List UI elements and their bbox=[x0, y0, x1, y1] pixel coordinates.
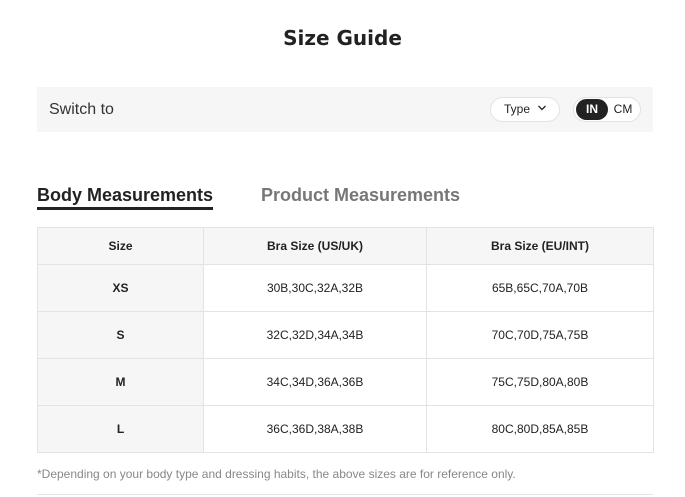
table-row: M 34C,34D,36A,36B 75C,75D,80A,80B bbox=[37, 358, 654, 406]
page-title: Size Guide bbox=[283, 26, 402, 50]
unit-cm-button[interactable]: CM bbox=[608, 99, 638, 120]
chevron-down-icon bbox=[538, 105, 546, 111]
bra-us-uk-cell: 32C,32D,34A,34B bbox=[203, 311, 427, 359]
switch-label: Switch to bbox=[49, 101, 114, 118]
bra-us-uk-cell: 36C,36D,38A,38B bbox=[203, 405, 427, 453]
type-select-label: Type bbox=[504, 102, 531, 116]
size-cell: M bbox=[37, 358, 204, 406]
size-cell: S bbox=[37, 311, 204, 359]
bra-eu-int-cell: 65B,65C,70A,70B bbox=[426, 264, 654, 312]
switch-bar: Switch to Type IN CM bbox=[37, 87, 653, 132]
type-select[interactable]: Type bbox=[490, 97, 560, 122]
tab-product-measurements[interactable]: Product Measurements bbox=[261, 184, 460, 206]
size-cell: L bbox=[37, 405, 204, 453]
bra-eu-int-cell: 75C,75D,80A,80B bbox=[426, 358, 654, 406]
table-row: L 36C,36D,38A,38B 80C,80D,85A,85B bbox=[37, 405, 654, 453]
table-row: S 32C,32D,34A,34B 70C,70D,75A,75B bbox=[37, 311, 654, 359]
table-header-row: Size Bra Size (US/UK) Bra Size (EU/INT) bbox=[37, 227, 654, 265]
column-header-bra-eu-int: Bra Size (EU/INT) bbox=[426, 227, 654, 265]
table-row: XS 30B,30C,32A,32B 65B,65C,70A,70B bbox=[37, 264, 654, 312]
active-tab-underline bbox=[37, 207, 213, 210]
tab-body-measurements[interactable]: Body Measurements bbox=[37, 184, 213, 206]
divider bbox=[37, 494, 653, 495]
bra-us-uk-cell: 34C,34D,36A,36B bbox=[203, 358, 427, 406]
reference-footnote: *Depending on your body type and dressin… bbox=[37, 467, 516, 481]
column-header-size: Size bbox=[37, 227, 204, 265]
unit-in-button[interactable]: IN bbox=[576, 99, 608, 120]
unit-toggle: IN CM bbox=[573, 97, 641, 122]
bra-eu-int-cell: 80C,80D,85A,85B bbox=[426, 405, 654, 453]
size-cell: XS bbox=[37, 264, 204, 312]
column-header-bra-us-uk: Bra Size (US/UK) bbox=[203, 227, 427, 265]
size-table: Size Bra Size (US/UK) Bra Size (EU/INT) … bbox=[37, 227, 654, 453]
bra-us-uk-cell: 30B,30C,32A,32B bbox=[203, 264, 427, 312]
bra-eu-int-cell: 70C,70D,75A,75B bbox=[426, 311, 654, 359]
